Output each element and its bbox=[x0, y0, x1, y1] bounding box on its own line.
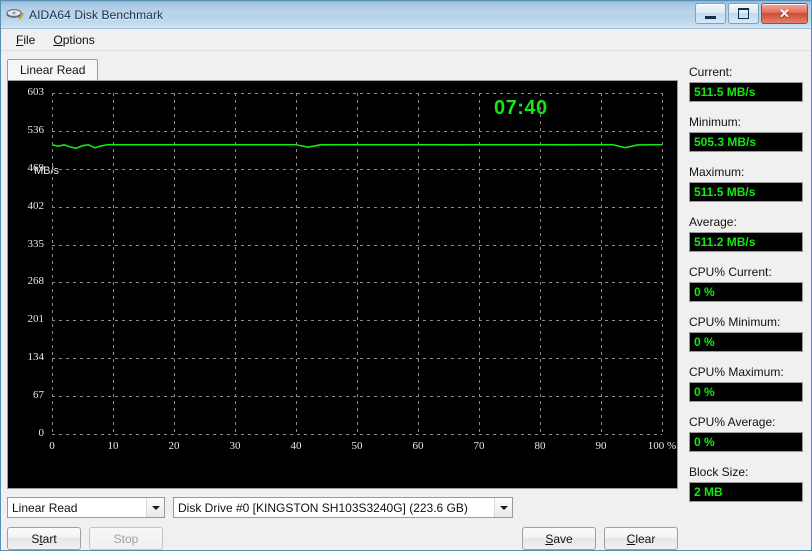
bottom-controls: Linear Read Disk Drive #0 [KINGSTON SH10… bbox=[7, 489, 684, 550]
stat-group: CPU% Current: 0 % bbox=[689, 265, 803, 302]
stat-group: Current: 511.5 MB/s bbox=[689, 65, 803, 102]
menu-file-rest: ile bbox=[23, 32, 36, 47]
y-axis-tick-label: 603 bbox=[27, 86, 45, 98]
start-button[interactable]: Start bbox=[7, 527, 81, 550]
statistics-panel: Current: 511.5 MB/s Minimum: 505.3 MB/s Maxi… bbox=[684, 51, 811, 550]
series-line bbox=[52, 143, 662, 150]
grid-line-horizontal bbox=[52, 434, 662, 435]
y-axis-tick-label: 268 bbox=[27, 275, 45, 288]
y-axis-tick-label: 402 bbox=[27, 199, 45, 212]
left-column: Linear Read MB/s 0 67 134 201 268 335 402 469 53… bbox=[1, 51, 684, 550]
plot-area: 07:40 bbox=[52, 93, 663, 435]
drive-select-value: Disk Drive #0 [KINGSTON SH103S3240G] (22… bbox=[178, 500, 468, 515]
stat-label: Maximum: bbox=[689, 165, 745, 179]
x-axis-tick-label: 20 bbox=[168, 440, 180, 452]
button-row: Start Stop Save Clear bbox=[7, 527, 678, 550]
stat-group: Average: 511.2 MB/s bbox=[689, 215, 803, 252]
menu-options-rest: ptions bbox=[62, 32, 95, 47]
combo-row: Linear Read Disk Drive #0 [KINGSTON SH10… bbox=[7, 497, 678, 518]
stat-value: 2 MB bbox=[689, 482, 803, 502]
graph-inner: MB/s 0 67 134 201 268 335 402 469 536 603 0 10 20 30… bbox=[8, 81, 677, 488]
benchmark-mode-value: Linear Read bbox=[12, 500, 78, 515]
x-axis-tick-label: 0 bbox=[49, 440, 55, 452]
stat-value: 0 % bbox=[689, 382, 803, 402]
stat-value: 505.3 MB/s bbox=[689, 132, 803, 152]
stat-value: 0 % bbox=[689, 332, 803, 352]
x-axis-tick-label: 50 bbox=[351, 440, 363, 452]
maximize-icon bbox=[738, 8, 749, 19]
chevron-down-icon[interactable] bbox=[494, 498, 512, 517]
y-axis-tick-label: 201 bbox=[27, 313, 45, 326]
menu-bar: File Options bbox=[1, 29, 811, 51]
x-axis-tick-label: 40 bbox=[290, 440, 302, 452]
stat-label: Block Size: bbox=[689, 465, 749, 479]
maximize-button[interactable] bbox=[728, 3, 759, 24]
benchmark-graph: MB/s 0 67 134 201 268 335 402 469 536 603 0 10 20 30… bbox=[7, 80, 678, 489]
stat-label: CPU% Maximum: bbox=[689, 365, 784, 379]
x-axis-tick-label: 100 % bbox=[647, 440, 677, 452]
x-axis-tick-label: 30 bbox=[229, 440, 241, 452]
clear-button-label: Clear bbox=[626, 531, 656, 546]
stat-group: Minimum: 505.3 MB/s bbox=[689, 115, 803, 152]
tab-linear-read[interactable]: Linear Read bbox=[7, 59, 99, 80]
y-axis-tick-label: 335 bbox=[27, 237, 45, 250]
stat-value: 0 % bbox=[689, 432, 803, 452]
x-axis-tick-label: 60 bbox=[412, 440, 424, 452]
window-controls: ✕ bbox=[695, 3, 808, 24]
y-axis-tick-label: 469 bbox=[27, 161, 45, 174]
stat-group: CPU% Average: 0 % bbox=[689, 415, 803, 452]
client-area: Linear Read MB/s 0 67 134 201 268 335 402 469 53… bbox=[1, 51, 811, 550]
y-axis-tick-label: 134 bbox=[27, 351, 45, 364]
stat-value: 511.5 MB/s bbox=[689, 82, 803, 102]
x-axis-tick-label: 80 bbox=[534, 440, 546, 452]
minimize-button[interactable] bbox=[695, 3, 726, 24]
close-icon: ✕ bbox=[779, 6, 790, 21]
save-button[interactable]: Save bbox=[522, 527, 596, 550]
drive-select[interactable]: Disk Drive #0 [KINGSTON SH103S3240G] (22… bbox=[173, 497, 513, 518]
aida64-disk-benchmark-window: AIDA64 Disk Benchmark ✕ File Options Lin… bbox=[0, 0, 812, 551]
menu-item-options[interactable]: Options bbox=[44, 31, 103, 49]
stat-group: CPU% Minimum: 0 % bbox=[689, 315, 803, 352]
stat-label: CPU% Average: bbox=[689, 415, 776, 429]
y-axis-tick-label: 67 bbox=[33, 389, 44, 402]
stat-value: 511.5 MB/s bbox=[689, 182, 803, 202]
stat-value: 511.2 MB/s bbox=[689, 232, 803, 252]
y-axis-tick-label: 0 bbox=[38, 427, 45, 439]
minimize-icon bbox=[705, 15, 716, 19]
stat-group: CPU% Maximum: 0 % bbox=[689, 365, 803, 402]
stat-group: Block Size: 2 MB bbox=[689, 465, 803, 502]
clear-button[interactable]: Clear bbox=[604, 527, 678, 550]
benchmark-mode-select[interactable]: Linear Read bbox=[7, 497, 165, 518]
y-axis-tick-label: 536 bbox=[27, 123, 45, 136]
title-bar[interactable]: AIDA64 Disk Benchmark ✕ bbox=[1, 1, 811, 29]
stat-label: Average: bbox=[689, 215, 737, 229]
menu-item-file[interactable]: File bbox=[7, 31, 44, 49]
stop-button[interactable]: Stop bbox=[89, 527, 163, 550]
x-axis-tick-label: 10 bbox=[107, 440, 119, 452]
window-title: AIDA64 Disk Benchmark bbox=[29, 7, 164, 22]
stat-value: 0 % bbox=[689, 282, 803, 302]
x-axis-tick-label: 70 bbox=[473, 440, 485, 452]
stat-label: CPU% Minimum: bbox=[689, 315, 781, 329]
start-button-label: Start bbox=[31, 531, 57, 546]
stop-button-label: Stop bbox=[113, 531, 139, 546]
read-speed-curve bbox=[52, 143, 662, 150]
tab-linear-read-label: Linear Read bbox=[20, 63, 86, 77]
chevron-down-icon[interactable] bbox=[146, 498, 164, 517]
tab-strip: Linear Read bbox=[7, 57, 684, 80]
stat-label: Current: bbox=[689, 65, 733, 79]
stat-group: Maximum: 511.5 MB/s bbox=[689, 165, 803, 202]
close-button[interactable]: ✕ bbox=[761, 3, 808, 24]
stat-label: CPU% Current: bbox=[689, 265, 772, 279]
stat-label: Minimum: bbox=[689, 115, 742, 129]
x-axis-tick-label: 90 bbox=[595, 440, 607, 452]
app-icon bbox=[6, 7, 24, 23]
save-button-label: Save bbox=[545, 531, 573, 546]
grid-line-vertical bbox=[662, 93, 663, 434]
